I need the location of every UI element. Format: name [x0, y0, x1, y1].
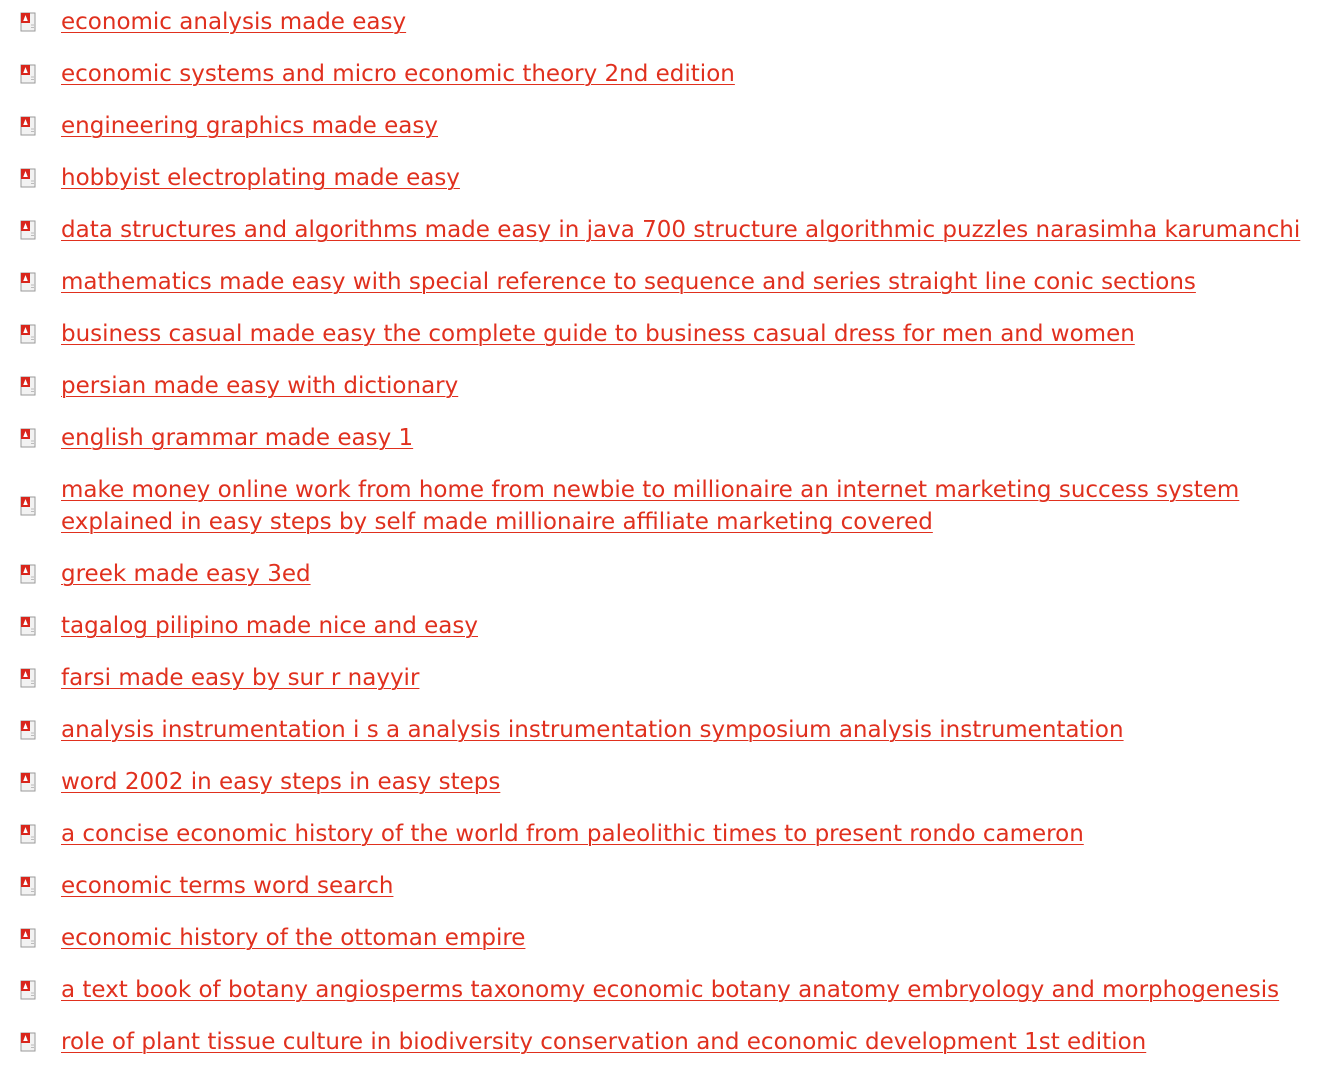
pdf-file-icon: [20, 64, 36, 84]
pdf-link[interactable]: farsi made easy by sur r nayyir: [61, 662, 419, 694]
pdf-file-icon: [20, 324, 36, 344]
pdf-file-icon: [20, 116, 36, 136]
pdf-file-icon: [20, 496, 36, 516]
pdf-file-icon: [20, 220, 36, 240]
pdf-link[interactable]: word 2002 in easy steps in easy steps: [61, 766, 500, 798]
pdf-file-icon: [20, 616, 36, 636]
list-item: a text book of botany angiosperms taxono…: [0, 974, 1336, 1006]
list-item: analysis instrumentation i s a analysis …: [0, 714, 1336, 746]
list-item: tagalog pilipino made nice and easy: [0, 610, 1336, 642]
list-item: english grammar made easy 1: [0, 422, 1336, 454]
pdf-link[interactable]: data structures and algorithms made easy…: [61, 214, 1300, 246]
pdf-file-icon: [20, 772, 36, 792]
list-item: a concise economic history of the world …: [0, 818, 1336, 850]
pdf-file-icon: [20, 928, 36, 948]
pdf-link[interactable]: economic analysis made easy: [61, 6, 406, 38]
pdf-file-icon: [20, 876, 36, 896]
list-item: business casual made easy the complete g…: [0, 318, 1336, 350]
pdf-link[interactable]: persian made easy with dictionary: [61, 370, 458, 402]
pdf-link[interactable]: tagalog pilipino made nice and easy: [61, 610, 478, 642]
list-item: engineering graphics made easy: [0, 110, 1336, 142]
pdf-file-icon: [20, 720, 36, 740]
pdf-file-icon: [20, 668, 36, 688]
pdf-link[interactable]: english grammar made easy 1: [61, 422, 413, 454]
pdf-link[interactable]: mathematics made easy with special refer…: [61, 266, 1196, 298]
pdf-link[interactable]: engineering graphics made easy: [61, 110, 438, 142]
pdf-file-icon: [20, 980, 36, 1000]
pdf-link[interactable]: a concise economic history of the world …: [61, 818, 1084, 850]
pdf-file-icon: [20, 168, 36, 188]
list-item: persian made easy with dictionary: [0, 370, 1336, 402]
list-item: greek made easy 3ed: [0, 558, 1336, 590]
pdf-link[interactable]: role of plant tissue culture in biodiver…: [61, 1026, 1146, 1058]
list-item: word 2002 in easy steps in easy steps: [0, 766, 1336, 798]
list-item: farsi made easy by sur r nayyir: [0, 662, 1336, 694]
pdf-link[interactable]: business casual made easy the complete g…: [61, 318, 1135, 350]
pdf-file-icon: [20, 376, 36, 396]
pdf-file-icon: [20, 12, 36, 32]
pdf-link-list: economic analysis made easy economic sys…: [0, 6, 1336, 1078]
list-item: hobbyist electroplating made easy: [0, 162, 1336, 194]
pdf-link[interactable]: economic terms word search: [61, 870, 393, 902]
pdf-link[interactable]: greek made easy 3ed: [61, 558, 311, 590]
list-item: economic systems and micro economic theo…: [0, 58, 1336, 90]
pdf-file-icon: [20, 272, 36, 292]
list-item: economic terms word search: [0, 870, 1336, 902]
list-item: mathematics made easy with special refer…: [0, 266, 1336, 298]
pdf-file-icon: [20, 824, 36, 844]
pdf-link[interactable]: make money online work from home from ne…: [61, 474, 1276, 538]
pdf-link[interactable]: a text book of botany angiosperms taxono…: [61, 974, 1279, 1006]
pdf-link[interactable]: economic history of the ottoman empire: [61, 922, 525, 954]
pdf-link[interactable]: analysis instrumentation i s a analysis …: [61, 714, 1124, 746]
list-item: data structures and algorithms made easy…: [0, 214, 1336, 246]
pdf-file-icon: [20, 428, 36, 448]
pdf-file-icon: [20, 1032, 36, 1052]
list-item: economic analysis made easy: [0, 6, 1336, 38]
pdf-file-icon: [20, 564, 36, 584]
pdf-link[interactable]: hobbyist electroplating made easy: [61, 162, 460, 194]
list-item: role of plant tissue culture in biodiver…: [0, 1026, 1336, 1058]
list-item: economic history of the ottoman empire: [0, 922, 1336, 954]
list-item: make money online work from home from ne…: [0, 474, 1336, 538]
pdf-link[interactable]: economic systems and micro economic theo…: [61, 58, 735, 90]
